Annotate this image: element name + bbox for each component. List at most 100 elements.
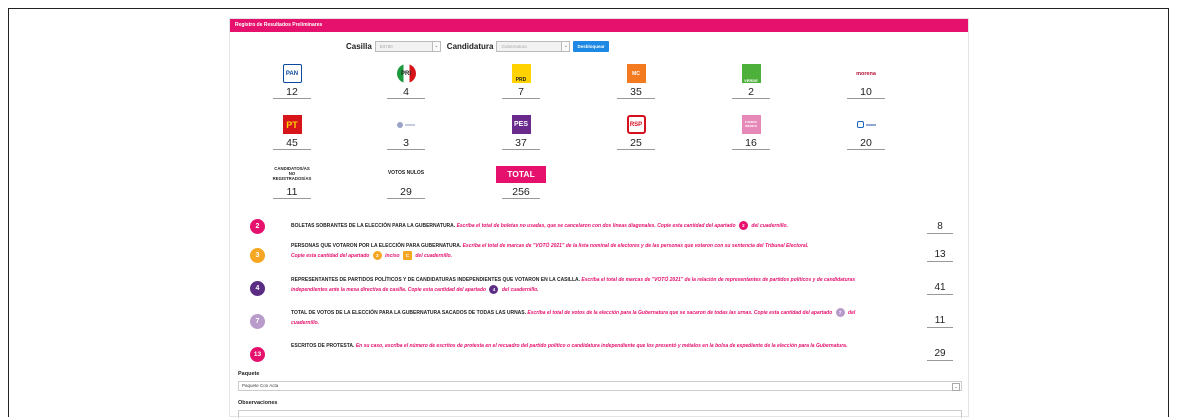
candidatura-select[interactable]: Gubernatura ⌄	[496, 40, 571, 52]
question-copy: Copie esta cantidad del apartado	[753, 310, 833, 316]
candidatura-label: Candidatura	[446, 41, 494, 51]
unlock-button[interactable]: Desbloquear	[573, 40, 609, 52]
total-votes: 256	[502, 186, 540, 199]
chevron-down-icon[interactable]: ⌄	[431, 41, 440, 51]
party-votes[interactable]: 2	[732, 86, 770, 99]
question-title: TOTAL DE VOTOS DE LA ELECCIÓN PARA LA GU…	[291, 310, 527, 316]
question-text: REPRESENTANTES DE PARTIDOS POLÍTICOS Y D…	[291, 275, 871, 295]
cnr-label: CANDIDATOS/AS NO REGISTRADOS/AS	[272, 166, 312, 181]
casilla-value: B3780	[379, 43, 393, 49]
ref-badge: 3	[372, 251, 382, 261]
question-row-3: 3 PERSONAS QUE VOTARON POR LA ELECCIÓN P…	[250, 243, 953, 267]
party-votes[interactable]: 10	[847, 86, 885, 99]
question-text: BOLETAS SOBRANTES DE LA ELECCIÓN PARA LA…	[291, 221, 871, 231]
question-desc: Escriba el total de votos de la elección…	[527, 310, 753, 316]
party-votes[interactable]: 3	[387, 137, 425, 150]
question-row-7: 7 TOTAL DE VOTOS DE LA ELECCIÓN PARA LA …	[250, 308, 953, 333]
party-cell-pri: PRI 4	[366, 64, 446, 99]
question-desc: Escriba el total de marcas de "VOTÓ 2021…	[462, 243, 809, 249]
party-cell-morena: morena 10	[826, 64, 906, 99]
party-votes[interactable]: 35	[617, 86, 655, 99]
step-badge: 3	[250, 248, 265, 263]
morena-logo-icon: morena	[856, 64, 876, 83]
filters-bar: Casilla B3780 ⌄ Candidatura Gubernatura …	[346, 40, 609, 52]
question-value[interactable]: 11	[927, 315, 953, 328]
step-badge: 7	[250, 314, 265, 329]
question-row-13: 13 ESCRITOS DE PROTESTA. En su caso, esc…	[250, 341, 953, 366]
ref-badge: 2	[738, 221, 748, 231]
question-title: ESCRITOS DE PROTESTA.	[291, 343, 355, 349]
party-cell-pan: PAN 12	[252, 64, 332, 99]
step-badge: 13	[250, 347, 265, 362]
question-copy: Copie esta cantidad del apartado	[657, 223, 736, 229]
pri-logo-icon: PRI	[396, 64, 416, 83]
candidatura-value: Gubernatura	[501, 43, 527, 49]
rsp-logo-text: RSP	[629, 121, 643, 128]
ref-square: C	[402, 251, 412, 261]
question-copy: Copie esta cantidad del apartado	[291, 253, 370, 259]
party-votes[interactable]: 12	[273, 86, 311, 99]
question-title: BOLETAS SOBRANTES DE LA ELECCIÓN PARA LA…	[291, 223, 456, 229]
total-cell: TOTAL 256	[481, 164, 561, 199]
fuerza-mexico-logo-icon: FUERZA MÉXICO	[741, 115, 761, 134]
step-badge: 4	[250, 281, 265, 296]
question-row-2: 2 BOLETAS SOBRANTES DE LA ELECCIÓN PARA …	[250, 219, 953, 239]
verde-logo-icon: VERDE	[741, 64, 761, 83]
chevron-down-icon[interactable]: ⌄	[952, 383, 960, 391]
question-tail: del cuadernillo.	[751, 223, 789, 229]
party-votes[interactable]: 16	[732, 137, 770, 150]
party-votes[interactable]: 25	[617, 137, 655, 150]
party-votes[interactable]: 4	[387, 86, 425, 99]
question-title: REPRESENTANTES DE PARTIDOS POLÍTICOS Y D…	[291, 277, 581, 283]
question-copy: Copie esta cantidad del apartado	[407, 287, 487, 293]
total-label: TOTAL	[496, 166, 546, 183]
party-cell-pt: PT 45	[252, 115, 332, 150]
nulos-votes[interactable]: 29	[387, 186, 425, 199]
question-text: TOTAL DE VOTOS DE LA ELECCIÓN PARA LA GU…	[291, 308, 871, 328]
party-votes[interactable]: 7	[502, 86, 540, 99]
question-value[interactable]: 13	[927, 249, 953, 262]
fuerza-mexico-logo-text: FUERZA MÉXICO	[744, 120, 758, 128]
prd-logo-text: PRD	[515, 77, 527, 83]
party-cell-verde: VERDE 2	[711, 64, 791, 99]
mc-logo-text: MC	[632, 70, 640, 77]
question-title: PERSONAS QUE VOTARON POR LA ELECCIÓN PAR…	[291, 243, 462, 249]
pt-logo-text: PT	[286, 119, 298, 130]
nulos-label: VOTOS NULOS	[387, 170, 425, 176]
independent-logo-icon	[395, 115, 417, 134]
party-votes[interactable]: 45	[273, 137, 311, 150]
pan-logo-text: PAN	[285, 70, 299, 77]
pes-logo-text: PES	[513, 121, 528, 128]
independent-logo-icon	[855, 115, 877, 134]
panel-header: Registro de Resultados Preliminares	[230, 19, 968, 32]
party-cell-fuerza-mexico: FUERZA MÉXICO 16	[711, 115, 791, 150]
question-tail: del cuadernillo.	[501, 287, 539, 293]
prd-logo-icon: PRD	[511, 64, 531, 83]
question-value[interactable]: 29	[927, 348, 953, 361]
rsp-logo-icon: RSP	[626, 115, 646, 134]
question-desc: En su caso, escriba el número de escrito…	[355, 343, 848, 349]
pri-logo-text: PRI	[400, 70, 411, 77]
cnr-cell: CANDIDATOS/AS NO REGISTRADOS/AS 11	[252, 164, 332, 199]
results-panel: Registro de Resultados Preliminares Casi…	[229, 18, 969, 418]
party-cell-mc: MC 35	[596, 64, 676, 99]
cnr-votes[interactable]: 11	[273, 186, 311, 199]
question-value[interactable]: 8	[927, 221, 953, 234]
casilla-select[interactable]: B3780 ⌄	[374, 40, 441, 52]
question-text: ESCRITOS DE PROTESTA. En su caso, escrib…	[291, 341, 871, 351]
step-badge: 2	[250, 219, 265, 234]
chevron-down-icon[interactable]: ⌄	[561, 41, 570, 51]
party-votes[interactable]: 37	[502, 137, 540, 150]
mc-logo-icon: MC	[626, 64, 646, 83]
pes-logo-icon: PES	[511, 115, 531, 134]
question-value[interactable]: 41	[927, 282, 953, 295]
ref-badge: 7	[835, 308, 845, 318]
paquete-select[interactable]: Paquete Con Acta ⌄	[238, 381, 962, 391]
party-cell-independiente-2: 20	[826, 115, 906, 150]
question-desc: Escriba el total de boletas no usadas, q…	[456, 223, 656, 229]
party-cell-pes: PES 37	[481, 115, 561, 150]
party-cell-independiente-1: 3	[366, 115, 446, 150]
verde-logo-text: VERDE	[744, 78, 758, 83]
party-votes[interactable]: 20	[847, 137, 885, 150]
ref-badge: 4	[489, 285, 499, 295]
